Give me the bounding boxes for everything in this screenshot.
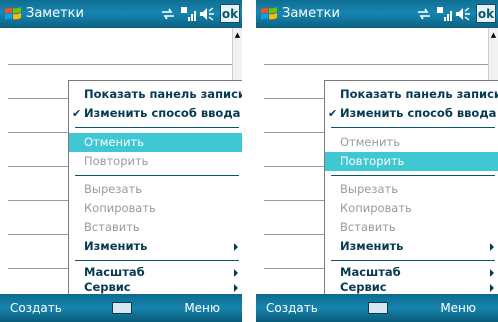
menu-item-label: Изменить xyxy=(340,239,404,253)
menu-item-label: Показать панель записи xyxy=(340,87,498,101)
menu-item-label: Вырезать xyxy=(84,182,142,196)
menu-item-label: Повторить xyxy=(340,154,405,168)
app-title: Заметки xyxy=(26,6,84,21)
sync-icon[interactable] xyxy=(160,5,176,23)
title-bar: Заметки ok xyxy=(256,0,498,28)
menu-item-label: Вставить xyxy=(340,220,396,234)
menu-item-label: Изменить xyxy=(84,239,148,253)
menu-item-change-input-method[interactable]: ✔ Изменить способ ввода xyxy=(325,104,498,123)
speaker-icon[interactable] xyxy=(199,5,215,23)
keyboard-icon[interactable] xyxy=(112,302,132,314)
ruled-line xyxy=(8,98,68,99)
softkey-bar: Создать Меню xyxy=(256,294,498,322)
menu-separator xyxy=(75,127,239,128)
menu-item-label: Сервис xyxy=(84,280,131,294)
submenu-arrow-icon xyxy=(234,284,238,292)
menu-item-label: Изменить способ ввода xyxy=(340,106,497,120)
ok-button[interactable]: ok xyxy=(476,4,496,23)
menu-item-copy[interactable]: Копировать xyxy=(325,199,498,218)
windows-logo-icon[interactable] xyxy=(260,5,278,23)
menu-item-show-input-panel[interactable]: Показать панель записи xyxy=(325,85,498,104)
ruled-line xyxy=(264,234,324,235)
ruled-line xyxy=(8,234,68,235)
ruled-line xyxy=(8,166,68,167)
menu-item-label: Вырезать xyxy=(340,182,398,196)
scroll-up-icon[interactable]: ▲ xyxy=(489,28,498,42)
menu-item-redo[interactable]: Повторить xyxy=(69,152,242,171)
menu-item-undo[interactable]: Отменить xyxy=(325,133,498,152)
menu-item-cut[interactable]: Вырезать xyxy=(325,180,498,199)
ruled-line xyxy=(8,132,68,133)
menu-item-label: Отменить xyxy=(84,135,144,149)
phone-screen-right: Заметки ok ▲ Показать панель записи ✔ Из… xyxy=(256,0,498,322)
menu-item-label: Показать панель записи xyxy=(84,87,242,101)
speaker-icon[interactable] xyxy=(455,5,471,23)
scroll-up-icon[interactable]: ▲ xyxy=(233,28,242,42)
menu-item-edit[interactable]: Изменить xyxy=(69,237,242,256)
ruled-line xyxy=(264,200,324,201)
menu-item-tools[interactable]: Сервис xyxy=(325,280,498,295)
sync-icon[interactable] xyxy=(416,5,432,23)
menu-item-label: Повторить xyxy=(84,154,149,168)
submenu-arrow-icon xyxy=(234,269,238,277)
menu-item-copy[interactable]: Копировать xyxy=(69,199,242,218)
ruled-line xyxy=(8,200,68,201)
menu-item-label: Вставить xyxy=(84,220,140,234)
submenu-arrow-icon xyxy=(490,269,494,277)
menu-item-paste[interactable]: Вставить xyxy=(325,218,498,237)
menu-item-label: Изменить способ ввода xyxy=(84,106,241,120)
menu-item-edit[interactable]: Изменить xyxy=(325,237,498,256)
menu-item-show-input-panel[interactable]: Показать панель записи xyxy=(69,85,242,104)
title-bar: Заметки ok xyxy=(0,0,242,28)
context-menu: Показать панель записи ✔ Изменить способ… xyxy=(324,80,498,294)
menu-softkey[interactable]: Меню xyxy=(184,301,220,315)
submenu-arrow-icon xyxy=(490,243,494,251)
signal-icon[interactable] xyxy=(436,5,452,23)
ruled-line xyxy=(264,132,324,133)
menu-item-label: Копировать xyxy=(340,201,412,215)
menu-item-tools[interactable]: Сервис xyxy=(69,280,242,295)
menu-item-label: Отменить xyxy=(340,135,400,149)
phone-screen-left: Заметки ok ▲ Показать панель записи ✔ Из… xyxy=(0,0,242,322)
ruled-line xyxy=(264,166,324,167)
ruled-line xyxy=(264,268,324,269)
menu-separator xyxy=(75,260,239,261)
menu-item-label: Сервис xyxy=(340,280,387,294)
menu-item-redo[interactable]: Повторить xyxy=(325,152,498,171)
menu-separator xyxy=(331,127,495,128)
ok-button[interactable]: ok xyxy=(220,4,240,23)
ruled-line xyxy=(8,64,232,65)
ruled-line xyxy=(264,98,324,99)
checkmark-icon: ✔ xyxy=(328,107,338,120)
signal-icon[interactable] xyxy=(180,5,196,23)
menu-separator xyxy=(75,175,239,176)
context-menu: Показать панель записи ✔ Изменить способ… xyxy=(68,80,242,294)
app-title: Заметки xyxy=(282,6,340,21)
menu-item-paste[interactable]: Вставить xyxy=(69,218,242,237)
checkmark-icon: ✔ xyxy=(72,107,82,120)
screen-divider xyxy=(242,0,256,322)
create-softkey[interactable]: Создать xyxy=(266,301,318,315)
menu-item-change-input-method[interactable]: ✔ Изменить способ ввода xyxy=(69,104,242,123)
menu-separator xyxy=(331,175,495,176)
menu-item-undo[interactable]: Отменить xyxy=(69,133,242,152)
menu-separator xyxy=(331,260,495,261)
windows-logo-icon[interactable] xyxy=(4,5,22,23)
menu-softkey[interactable]: Меню xyxy=(440,301,476,315)
softkey-bar: Создать Меню xyxy=(0,294,242,322)
submenu-arrow-icon xyxy=(234,243,238,251)
create-softkey[interactable]: Создать xyxy=(10,301,62,315)
submenu-arrow-icon xyxy=(490,284,494,292)
menu-item-label: Копировать xyxy=(84,201,156,215)
ruled-line xyxy=(8,268,68,269)
menu-item-cut[interactable]: Вырезать xyxy=(69,180,242,199)
ruled-line xyxy=(264,64,488,65)
keyboard-icon[interactable] xyxy=(368,302,388,314)
